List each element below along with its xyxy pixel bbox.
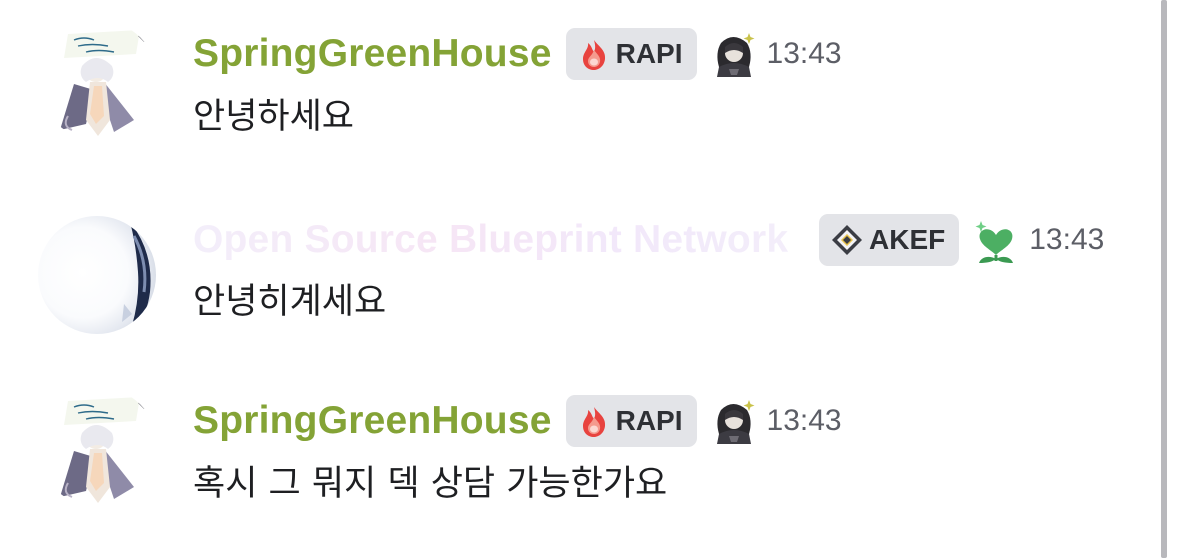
message-item: SpringGreenHouse RAPI 13:43 안녕하세요: [0, 0, 1150, 170]
message-item: SpringGreenHouse RAPI 13:43 혹시 그 뭐지 덱 상담…: [0, 367, 1150, 537]
message-header: SpringGreenHouse RAPI 13:43: [193, 26, 842, 82]
server-tag[interactable]: AKEF: [819, 214, 960, 266]
timestamp: 13:43: [1029, 223, 1105, 256]
server-tag-label: AKEF: [869, 224, 946, 255]
message-text: 안녕하세요: [193, 97, 355, 137]
timestamp: 13:43: [766, 37, 842, 70]
message-text: 혹시 그 뭐지 덱 상담 가능한가요: [193, 464, 668, 504]
message-header: Open Source Blueprint Network AKEF 13:43: [193, 212, 1104, 268]
message-item: Open Source Blueprint Network AKEF 13:43…: [0, 185, 1150, 355]
server-tag[interactable]: RAPI: [565, 395, 697, 447]
username[interactable]: SpringGreenHouse: [193, 399, 552, 443]
dark-character-icon: [716, 400, 755, 444]
server-tag-label: RAPI: [615, 405, 683, 436]
scrollbar[interactable]: [1161, 0, 1167, 558]
diamond-tag-icon: [832, 225, 862, 255]
username[interactable]: Open Source Blueprint Network: [193, 218, 805, 262]
message-header: SpringGreenHouse RAPI 13:43: [193, 393, 842, 449]
server-tag-label: RAPI: [615, 38, 683, 69]
green-heart-sprout-icon: [975, 221, 1014, 263]
fire-tag-icon: [582, 40, 605, 70]
fire-tag-icon: [582, 407, 605, 437]
message-text: 안녕히계세요: [193, 282, 387, 322]
avatar[interactable]: [38, 387, 158, 507]
server-tag[interactable]: RAPI: [565, 28, 697, 80]
timestamp: 13:43: [766, 404, 842, 437]
dark-character-icon: [716, 33, 755, 77]
chat-message-list: SpringGreenHouse RAPI 13:43 안녕하세요 Open S…: [0, 0, 1179, 558]
avatar[interactable]: [38, 216, 156, 334]
avatar[interactable]: [38, 20, 158, 140]
username[interactable]: SpringGreenHouse: [193, 32, 552, 76]
